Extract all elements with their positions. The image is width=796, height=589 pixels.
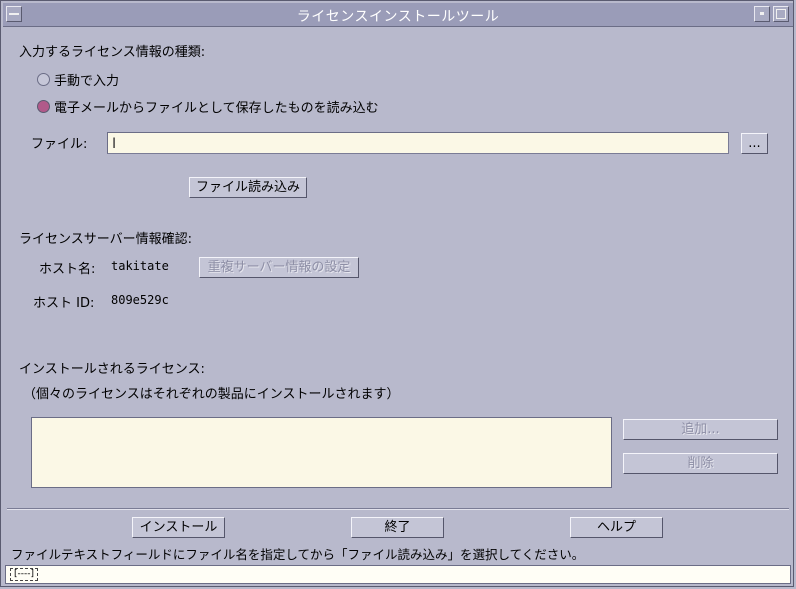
status-indicator: [----] — [10, 568, 38, 581]
install-button[interactable]: インストール — [132, 517, 225, 538]
file-input[interactable]: I — [107, 132, 729, 154]
server-heading: ライセンスサーバー情報確認: — [19, 232, 192, 247]
license-type-heading: 入力するライセンス情報の種類: — [19, 45, 206, 60]
title-bar[interactable]: ライセンスインストールツール — [3, 3, 793, 27]
minimize-icon[interactable] — [754, 6, 770, 22]
file-label: ファイル: — [31, 137, 88, 152]
host-name-value: takitate — [111, 259, 169, 273]
license-install-window: ライセンスインストールツール 入力するライセンス情報の種類: 手動で入力 電子メ… — [0, 0, 794, 587]
hint-text: ファイルテキストフィールドにファイル名を指定してから「ファイル読み込み」を選択し… — [11, 547, 585, 562]
load-file-button[interactable]: ファイル読み込み — [189, 177, 307, 198]
host-id-value: 809e529c — [111, 293, 169, 307]
browse-button[interactable]: ... — [741, 133, 768, 154]
exit-button[interactable]: 終了 — [351, 517, 444, 538]
licenses-heading: インストールされるライセンス: — [19, 362, 205, 377]
radio-manual-label: 手動で入力 — [54, 74, 120, 89]
licenses-note: （個々のライセンスはそれぞれの製品にインストールされます） — [23, 387, 400, 402]
text-cursor-icon: I — [112, 136, 117, 152]
license-list[interactable] — [31, 417, 612, 488]
delete-license-button[interactable]: 削除 — [623, 453, 778, 474]
status-bar: [----] — [5, 565, 791, 584]
redundant-server-button[interactable]: 重複サーバー情報の設定 — [199, 257, 359, 278]
radio-button-file[interactable] — [37, 100, 50, 113]
radio-load-from-file[interactable]: 電子メールからファイルとして保存したものを読み込む — [37, 97, 379, 116]
window-title: ライセンスインストールツール — [296, 9, 500, 25]
radio-button-manual[interactable] — [37, 73, 50, 86]
host-name-label: ホスト名: — [39, 262, 96, 277]
add-license-button[interactable]: 追加... — [623, 419, 778, 440]
radio-manual-entry[interactable]: 手動で入力 — [37, 70, 119, 89]
footer-separator — [7, 508, 789, 510]
maximize-icon[interactable] — [773, 6, 789, 22]
radio-file-label: 電子メールからファイルとして保存したものを読み込む — [54, 101, 379, 116]
host-id-label: ホスト ID: — [33, 296, 95, 311]
help-button[interactable]: ヘルプ — [570, 517, 663, 538]
